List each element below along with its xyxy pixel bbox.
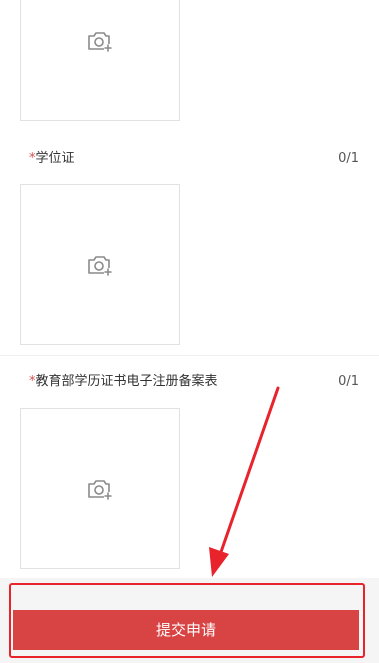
camera-add-icon <box>88 255 112 276</box>
upload-count: 0/1 <box>338 374 359 389</box>
education-registration-upload-box[interactable] <box>20 408 180 569</box>
field-label-text: 教育部学历证书电子注册备案表 <box>35 374 218 389</box>
submit-application-button[interactable]: 提交申请 <box>13 610 359 650</box>
upload-count: 0/1 <box>338 151 359 166</box>
education-registration-label: *教育部学历证书电子注册备案表 <box>29 374 218 390</box>
degree-certificate-label: *学位证 <box>29 151 75 167</box>
photo-upload-box[interactable] <box>20 0 180 121</box>
degree-certificate-upload-box[interactable] <box>20 184 180 345</box>
section-divider <box>0 355 379 356</box>
camera-add-icon <box>88 31 112 52</box>
camera-add-icon <box>88 479 112 500</box>
field-label-text: 学位证 <box>35 151 75 166</box>
